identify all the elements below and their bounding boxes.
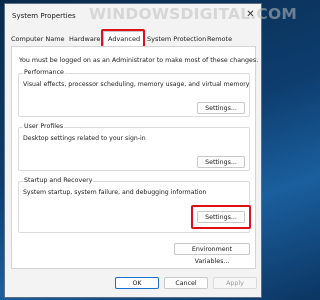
settings-highlight xyxy=(191,205,251,229)
user-profiles-description: Desktop settings related to your sign-in xyxy=(23,135,146,142)
tab-hardware[interactable]: Hardware xyxy=(69,33,100,46)
close-icon[interactable]: ✕ xyxy=(244,8,257,21)
user-profiles-group: User Profiles Desktop settings related t… xyxy=(18,123,250,171)
startup-recovery-group: Startup and Recovery System startup, sys… xyxy=(18,177,251,233)
title-bar: System Properties WINDOWSDIGITAL.COM ✕ xyxy=(5,4,297,26)
startup-recovery-description: System startup, system failure, and debu… xyxy=(23,189,207,196)
performance-group: Performance Visual effects, processor sc… xyxy=(18,69,250,117)
tab-system-protection[interactable]: System Protection xyxy=(147,33,206,46)
watermark: WINDOWSDIGITAL.COM xyxy=(89,5,297,23)
ok-button[interactable]: OK xyxy=(115,277,159,289)
cancel-button[interactable]: Cancel xyxy=(164,277,208,289)
environment-variables-button[interactable]: Environment Variables... xyxy=(174,243,250,265)
performance-settings-button[interactable]: Settings... xyxy=(197,102,245,114)
admin-note: You must be logged on as an Administrato… xyxy=(19,57,259,64)
window-title: System Properties xyxy=(12,12,76,20)
performance-title: Performance xyxy=(23,69,65,76)
advanced-panel: You must be logged on as an Administrato… xyxy=(11,46,259,269)
apply-button[interactable]: Apply xyxy=(213,277,257,289)
user-profiles-title: User Profiles xyxy=(23,123,65,130)
performance-description: Visual effects, processor scheduling, me… xyxy=(23,81,250,88)
tab-computer-name[interactable]: Computer Name xyxy=(11,33,65,46)
tab-remote[interactable]: Remote xyxy=(207,33,232,46)
startup-recovery-title: Startup and Recovery xyxy=(23,177,94,184)
tab-strip: Computer Name Hardware Advanced System P… xyxy=(11,29,257,48)
user-profiles-settings-button[interactable]: Settings... xyxy=(197,156,245,168)
system-properties-dialog: System Properties WINDOWSDIGITAL.COM ✕ C… xyxy=(4,3,297,298)
